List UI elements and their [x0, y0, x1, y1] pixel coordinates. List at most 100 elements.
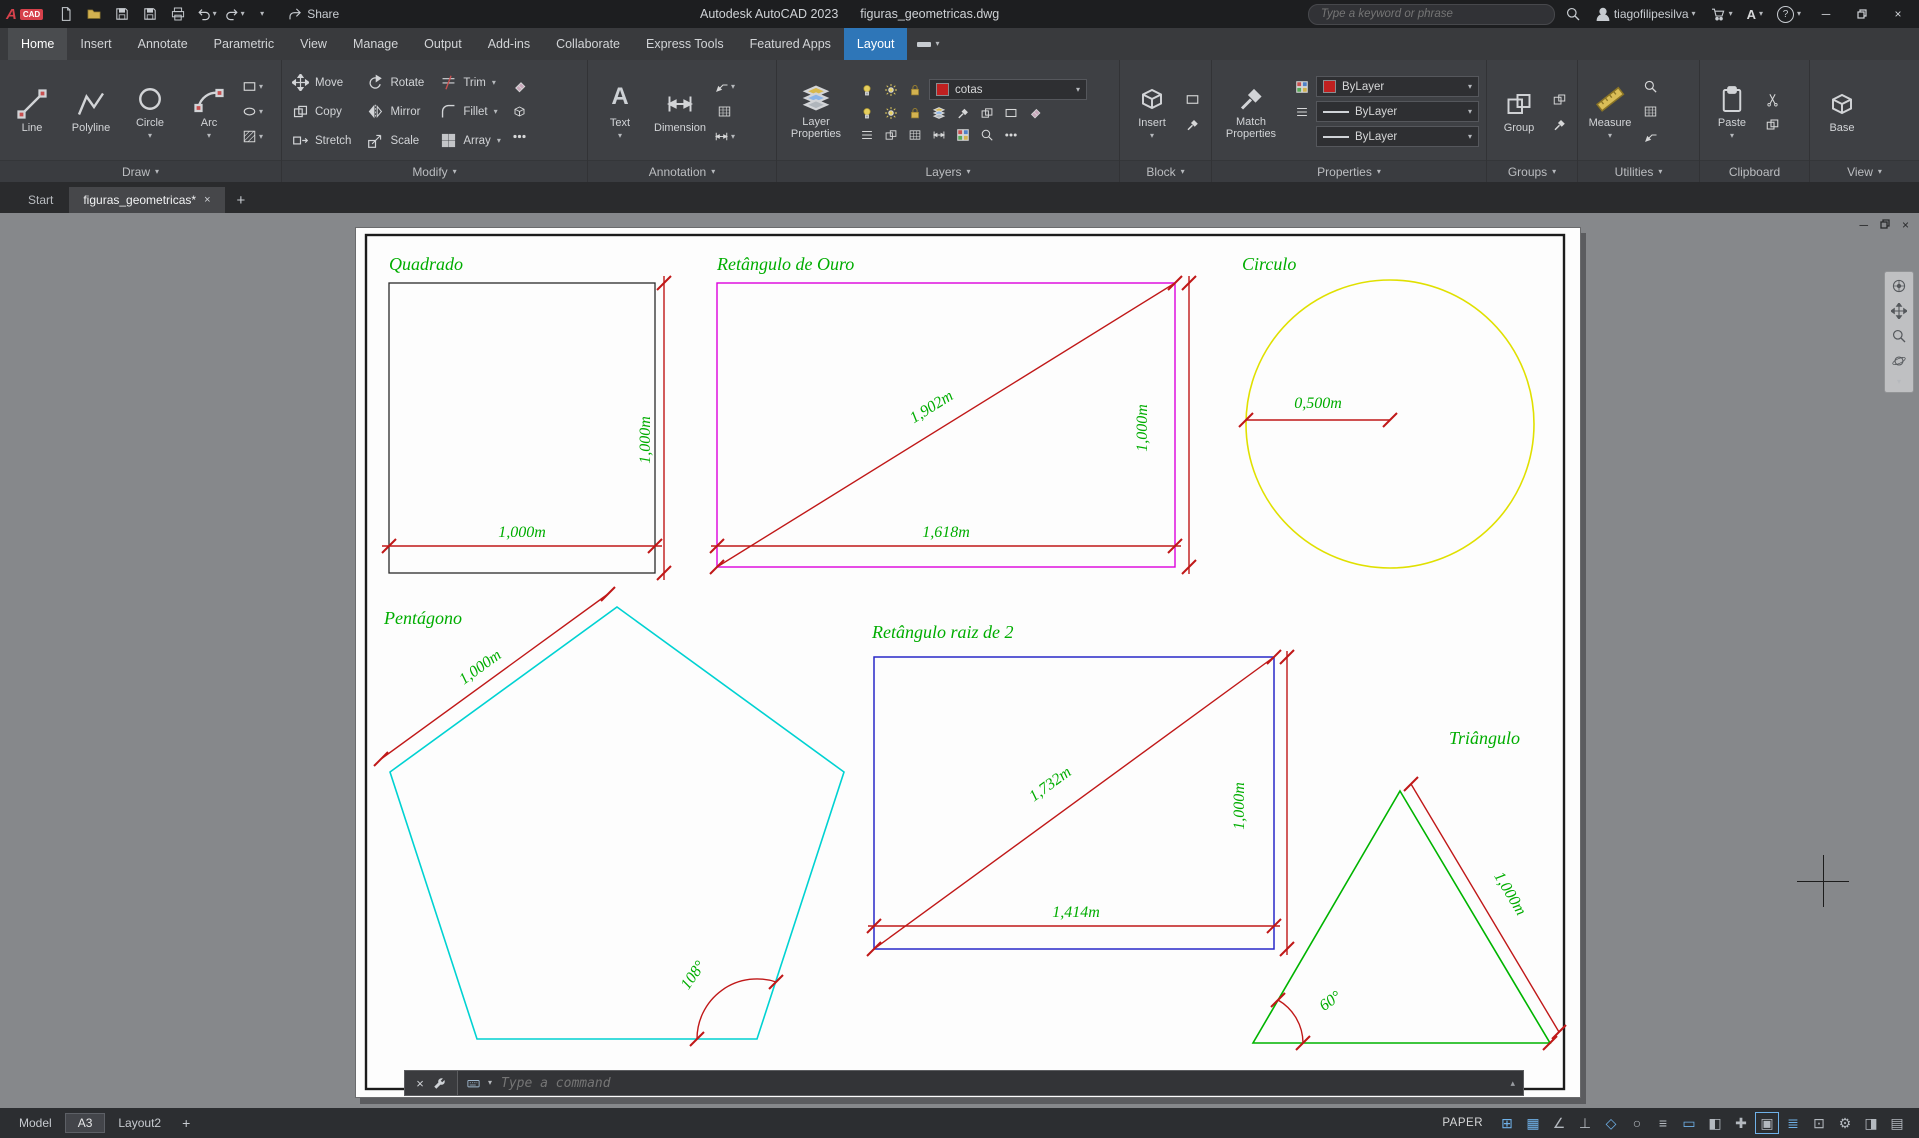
- group-edit-button[interactable]: [1552, 114, 1567, 134]
- tab-document[interactable]: figuras_geometricas* ×: [69, 187, 225, 213]
- account-menu[interactable]: tiagofilipesilva ▾: [1591, 6, 1700, 22]
- customize-wrench-icon[interactable]: [433, 1077, 446, 1090]
- drawing-area[interactable]: ─ × Quadrado 1,000m 1,000m Retângulo de …: [0, 213, 1919, 1108]
- tool-stretch[interactable]: Stretch: [285, 126, 358, 155]
- panel-label-utilities[interactable]: Utilities ▾: [1578, 160, 1699, 182]
- quick-select-button[interactable]: [1643, 77, 1658, 97]
- tab-collaborate[interactable]: Collaborate: [543, 28, 633, 60]
- layer-tool-match[interactable]: [953, 104, 973, 122]
- doc-minimize-button[interactable]: ─: [1859, 218, 1868, 232]
- triangulo-side-dimension[interactable]: 1,000m: [1403, 776, 1567, 1051]
- tab-insert[interactable]: Insert: [67, 28, 124, 60]
- object-color-dropdown[interactable]: ByLayer ▾: [1316, 76, 1479, 97]
- app-store-button[interactable]: ▾: [1706, 6, 1737, 22]
- layer-tool-find[interactable]: [977, 126, 997, 144]
- layer-on-button[interactable]: [857, 81, 877, 99]
- help-search-box[interactable]: [1307, 3, 1555, 25]
- lineweight-dropdown[interactable]: ByLayer ▾: [1316, 101, 1479, 122]
- tab-manage[interactable]: Manage: [340, 28, 411, 60]
- redo-button[interactable]: ▾: [221, 2, 247, 26]
- layer-properties-button[interactable]: Layer Properties: [780, 63, 852, 160]
- retangulo-ouro-title[interactable]: Retângulo de Ouro: [716, 254, 854, 274]
- tool-array[interactable]: Array ▾: [433, 126, 508, 155]
- tab-parametric[interactable]: Parametric: [201, 28, 287, 60]
- triangulo-outline[interactable]: [1251, 789, 1552, 1044]
- quadrado-height-dimension[interactable]: 1,000m: [637, 275, 672, 581]
- panel-label-modify[interactable]: Modify ▾: [282, 160, 587, 182]
- panel-label-groups[interactable]: Groups ▾: [1487, 160, 1577, 182]
- selection-cycling-icon[interactable]: ▣: [1755, 1112, 1779, 1134]
- plot-button[interactable]: [165, 2, 191, 26]
- quadrado-width-dimension[interactable]: 1,000m: [381, 524, 663, 554]
- object-snap-icon[interactable]: ▭: [1677, 1112, 1701, 1134]
- command-line-grip[interactable]: ×: [404, 1070, 458, 1096]
- panel-label-clipboard[interactable]: Clipboard: [1700, 160, 1809, 182]
- annotation-monitor-icon[interactable]: ◨: [1859, 1112, 1883, 1134]
- ungroup-button[interactable]: [1552, 89, 1567, 109]
- restore-button[interactable]: [1847, 1, 1877, 27]
- ortho-icon[interactable]: ⊥: [1573, 1112, 1597, 1134]
- figure-circulo[interactable]: Circulo 0,500m: [1238, 254, 1535, 569]
- layer-tool-erase[interactable]: [1025, 104, 1045, 122]
- annotation-visibility-icon[interactable]: ⊡: [1807, 1112, 1831, 1134]
- id-point-button[interactable]: [1643, 127, 1658, 147]
- new-drawing-button[interactable]: +: [227, 187, 256, 213]
- paper-space-label[interactable]: PAPER: [1442, 1117, 1483, 1129]
- zoom-icon[interactable]: [1891, 328, 1907, 344]
- block-edit-button[interactable]: [1185, 114, 1200, 134]
- layer-tool-dim[interactable]: [929, 126, 949, 144]
- tool-copy[interactable]: Copy: [285, 97, 358, 126]
- layout-paper[interactable]: Quadrado 1,000m 1,000m Retângulo de Ouro…: [355, 227, 1581, 1098]
- paste-button[interactable]: Paste ▾: [1703, 63, 1761, 160]
- lineweight-icon[interactable]: ◧: [1703, 1112, 1727, 1134]
- layer-tool-walk[interactable]: [1001, 104, 1021, 122]
- retangulo-ouro-width-dimension[interactable]: 1,618m: [709, 524, 1183, 554]
- tool-ellipse[interactable]: ▾: [242, 102, 263, 122]
- open-file-button[interactable]: [81, 2, 107, 26]
- triangulo-title[interactable]: Triângulo: [1449, 728, 1520, 748]
- block-create-button[interactable]: [1185, 89, 1200, 109]
- tool-table[interactable]: [714, 102, 735, 122]
- circulo-outline[interactable]: [1245, 279, 1535, 569]
- tool-text[interactable]: A Text ▾: [591, 63, 649, 160]
- drawing-sheet[interactable]: Quadrado 1,000m 1,000m Retângulo de Ouro…: [356, 228, 1580, 1097]
- retangulo-raiz2-height-dimension[interactable]: 1,000m: [1231, 649, 1295, 957]
- close-tab-icon[interactable]: ×: [204, 194, 210, 206]
- triangulo-angle-dimension[interactable]: 60°: [1270, 988, 1345, 1051]
- panel-label-layers[interactable]: Layers ▾: [777, 160, 1119, 182]
- command-input[interactable]: [499, 1074, 1504, 1092]
- color-palette-button[interactable]: [1292, 78, 1312, 96]
- figure-retangulo-raiz2[interactable]: Retângulo raiz de 2 1,732m 1,000m 1,414m: [866, 622, 1295, 957]
- layout-tab-a3[interactable]: A3: [64, 1113, 106, 1133]
- layout-tab-layout2[interactable]: Layout2: [109, 1116, 170, 1130]
- layer-lock-button[interactable]: [905, 81, 925, 99]
- close-command-icon[interactable]: ×: [416, 1076, 424, 1091]
- tool-move[interactable]: Move: [285, 68, 358, 97]
- modify-more-button[interactable]: [512, 127, 527, 147]
- pentagono-outline[interactable]: [389, 606, 845, 1040]
- orbit-icon[interactable]: [1891, 353, 1907, 369]
- retangulo-raiz2-title[interactable]: Retângulo raiz de 2: [871, 622, 1014, 642]
- tool-trim[interactable]: Trim ▾: [433, 68, 508, 97]
- dynamic-input-icon[interactable]: ≣: [1781, 1112, 1805, 1134]
- save-as-button[interactable]: [137, 2, 163, 26]
- snap-mode-icon[interactable]: ▦: [1521, 1112, 1545, 1134]
- layer-tool-freeze[interactable]: [905, 104, 925, 122]
- tool-line[interactable]: Line: [3, 63, 61, 160]
- tab-output[interactable]: Output: [411, 28, 475, 60]
- workspace-gear-icon[interactable]: ⚙: [1833, 1112, 1857, 1134]
- tab-featured-apps[interactable]: Featured Apps: [737, 28, 844, 60]
- retangulo-ouro-height-dimension[interactable]: 1,000m: [1134, 275, 1197, 575]
- save-button[interactable]: [109, 2, 135, 26]
- tab-home[interactable]: Home: [8, 28, 68, 60]
- tab-layout[interactable]: Layout: [843, 28, 908, 60]
- tool-mirror[interactable]: Mirror: [360, 97, 431, 126]
- layer-tool-group[interactable]: [881, 126, 901, 144]
- tool-dimension[interactable]: Dimension: [650, 63, 710, 160]
- tool-rectangle[interactable]: ▾: [242, 77, 263, 97]
- cut-button[interactable]: [1765, 89, 1780, 109]
- match-properties-button[interactable]: Match Properties: [1215, 63, 1287, 160]
- app-logo[interactable]: A CAD: [6, 6, 44, 23]
- layer-tool-isolate[interactable]: [881, 104, 901, 122]
- navbar-more-icon[interactable]: ▾: [1897, 378, 1901, 386]
